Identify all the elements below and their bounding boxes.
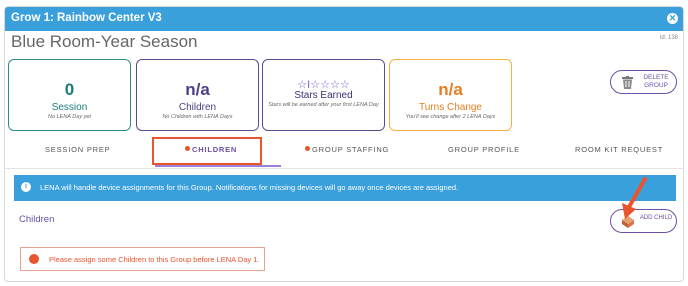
tab-room-kit-request[interactable]: ROOM KIT REQUEST (575, 145, 663, 154)
tab-session-prep-label: SESSION PREP (45, 145, 111, 154)
trash-icon (622, 76, 633, 89)
info-banner-text: LENA will handle device assignments for … (40, 183, 459, 192)
tab-highlight-box (152, 137, 262, 165)
tab-session-prep[interactable]: SESSION PREP (45, 145, 110, 154)
close-icon[interactable]: ✕ (667, 13, 678, 24)
stars-sub: Stars will be earned after your first LE… (268, 102, 379, 108)
children-sub: No Children with LENA Days (162, 114, 233, 120)
turns-card: n/a Turns Change You'll see change after… (389, 59, 512, 131)
children-value: n/a (185, 80, 210, 99)
turns-sub: You'll see change after 2 LENA Days (405, 114, 496, 120)
group-panel: Grow 1: Rainbow Center V3 ✕ Blue Room-Ye… (4, 6, 684, 282)
delete-group-button[interactable]: DELETE GROUP (610, 70, 677, 94)
children-label: Children (178, 102, 217, 113)
tab-room-kit-request-label: ROOM KIT REQUEST (575, 145, 664, 154)
window-titlebar: Grow 1: Rainbow Center V3 ✕ (5, 7, 683, 31)
window-title: Grow 1: Rainbow Center V3 (11, 12, 162, 24)
session-label: Session (51, 102, 88, 113)
delete-group-label: DELETE GROUP (643, 74, 669, 89)
tab-group-staffing[interactable]: GROUP STAFFING (305, 145, 389, 154)
tab-group-staffing-alert-dot (305, 146, 310, 151)
children-card: n/a Children No Children with LENA Days (136, 59, 259, 131)
tab-group-staffing-label: GROUP STAFFING (312, 145, 390, 154)
session-value: 0 (64, 80, 75, 99)
group-id: id: 138 (659, 35, 678, 41)
assign-children-warning: Please assign some Children to this Grou… (20, 247, 265, 271)
tab-bar: SESSION PREP CHILDREN GROUP STAFFING GRO… (5, 137, 683, 169)
group-name: Blue Room-Year Season (11, 32, 198, 51)
info-icon: i (21, 182, 31, 192)
tab-group-profile-label: GROUP PROFILE (448, 145, 520, 154)
info-banner: i LENA will handle device assignments fo… (14, 175, 676, 201)
tab-group-profile[interactable]: GROUP PROFILE (448, 145, 520, 154)
session-sub: No LENA Day yet (48, 114, 91, 120)
warning-dot-icon (29, 254, 39, 264)
pointer-arrow-icon (622, 177, 647, 219)
active-tab-underline (155, 165, 281, 167)
stars-label: Stars Earned (294, 90, 353, 101)
session-card: 0 Session No LENA Day yet (8, 59, 131, 131)
turns-label: Turns Change (419, 102, 482, 113)
turns-value: n/a (438, 80, 463, 99)
children-section-title: Children (19, 214, 55, 225)
stars-card: ☆I☆☆☆☆ Stars Earned Stars will be earned… (262, 59, 385, 131)
warning-text: Please assign some Children to this Grou… (49, 255, 260, 264)
